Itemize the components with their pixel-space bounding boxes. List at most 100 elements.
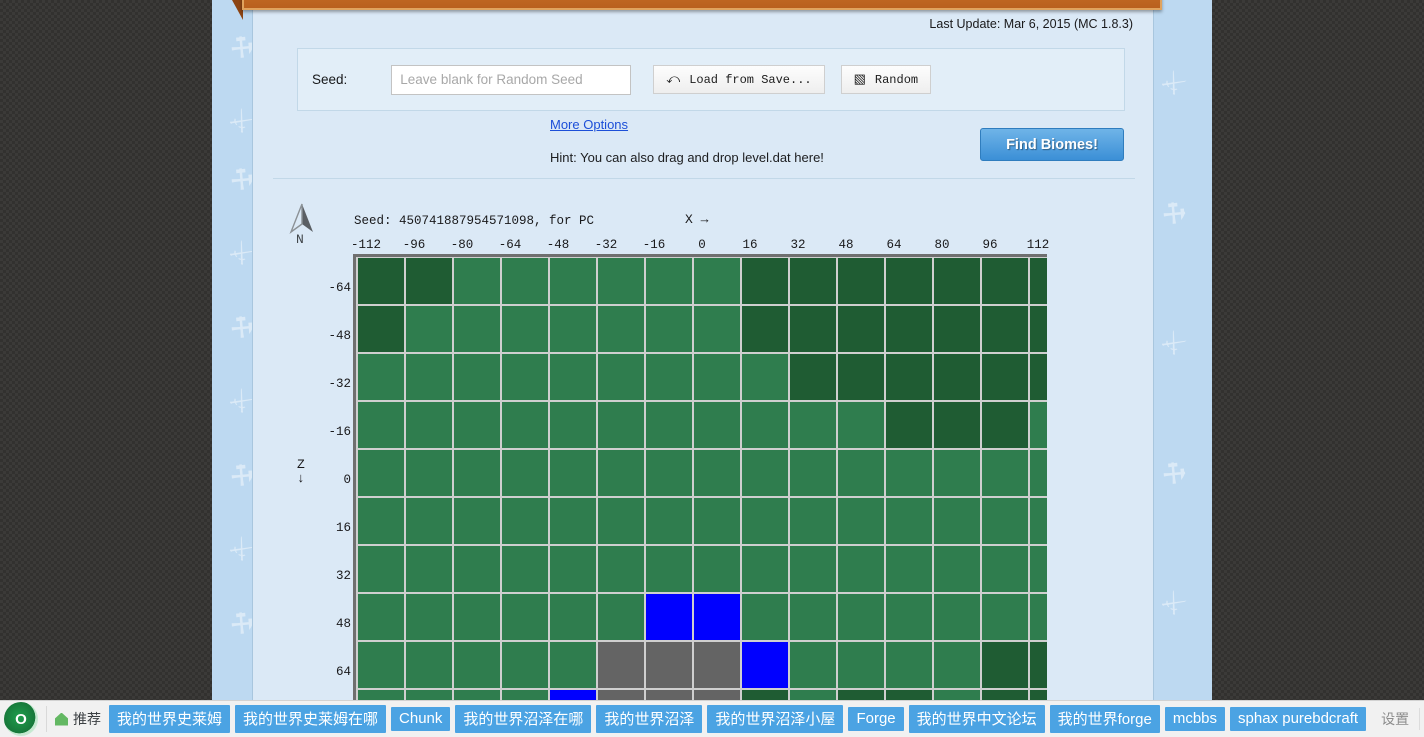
biome-cell[interactable] <box>694 594 740 640</box>
biome-cell[interactable] <box>598 642 644 688</box>
biome-cell[interactable] <box>646 546 692 592</box>
biome-cell[interactable] <box>502 450 548 496</box>
taskbar-chip[interactable]: 我的世界史莱姆在哪 <box>235 705 387 733</box>
biome-cell[interactable] <box>982 354 1028 400</box>
biome-cell[interactable] <box>406 594 452 640</box>
biome-cell[interactable] <box>742 594 788 640</box>
biome-cell[interactable] <box>694 354 740 400</box>
biome-cell[interactable] <box>934 594 980 640</box>
biome-cell[interactable] <box>694 642 740 688</box>
biome-cell[interactable] <box>406 306 452 352</box>
biome-cell[interactable] <box>550 642 596 688</box>
recommend-button[interactable]: 推荐 <box>55 709 101 729</box>
biome-cell[interactable] <box>934 402 980 448</box>
biome-cell[interactable] <box>886 450 932 496</box>
biome-cell[interactable] <box>550 354 596 400</box>
biome-cell[interactable] <box>982 306 1028 352</box>
biome-cell[interactable] <box>502 354 548 400</box>
biome-cell[interactable] <box>598 546 644 592</box>
biome-cell[interactable] <box>886 258 932 304</box>
taskbar-chip[interactable]: 我的世界中文论坛 <box>908 705 1045 733</box>
biome-cell[interactable] <box>982 642 1028 688</box>
biome-cell[interactable] <box>886 594 932 640</box>
biome-cell[interactable] <box>1030 498 1047 544</box>
biome-cell[interactable] <box>790 402 836 448</box>
biome-cell[interactable] <box>838 594 884 640</box>
biome-cell[interactable] <box>406 450 452 496</box>
biome-cell[interactable] <box>550 306 596 352</box>
biome-cell[interactable] <box>358 258 404 304</box>
biome-cell[interactable] <box>406 642 452 688</box>
biome-grid[interactable] <box>356 257 1047 705</box>
taskbar-chip[interactable]: 我的世界沼泽在哪 <box>455 705 592 733</box>
biome-cell[interactable] <box>886 546 932 592</box>
taskbar-chip[interactable]: 我的世界forge <box>1049 705 1160 733</box>
biome-cell[interactable] <box>790 498 836 544</box>
biome-cell[interactable] <box>454 258 500 304</box>
biome-cell[interactable] <box>406 498 452 544</box>
biome-cell[interactable] <box>838 546 884 592</box>
biome-cell[interactable] <box>406 402 452 448</box>
biome-cell[interactable] <box>454 354 500 400</box>
biome-cell[interactable] <box>454 498 500 544</box>
biome-cell[interactable] <box>838 354 884 400</box>
biome-cell[interactable] <box>790 258 836 304</box>
random-button[interactable]: ▧ Random <box>840 65 932 94</box>
biome-cell[interactable] <box>886 402 932 448</box>
biome-cell[interactable] <box>934 306 980 352</box>
biome-cell[interactable] <box>1030 402 1047 448</box>
taskbar-chip[interactable]: mcbbs <box>1164 707 1226 731</box>
biome-cell[interactable] <box>550 450 596 496</box>
more-options-link[interactable]: More Options <box>550 117 628 132</box>
biome-cell[interactable] <box>502 546 548 592</box>
biome-cell[interactable] <box>934 354 980 400</box>
biome-cell[interactable] <box>886 498 932 544</box>
biome-cell[interactable] <box>646 594 692 640</box>
biome-cell[interactable] <box>1030 306 1047 352</box>
biome-cell[interactable] <box>982 450 1028 496</box>
biome-cell[interactable] <box>694 258 740 304</box>
biome-cell[interactable] <box>454 594 500 640</box>
biome-cell[interactable] <box>1030 450 1047 496</box>
taskbar-chip[interactable]: sphax purebdcraft <box>1230 707 1367 731</box>
biome-cell[interactable] <box>982 402 1028 448</box>
biome-cell[interactable] <box>358 450 404 496</box>
biome-cell[interactable] <box>358 594 404 640</box>
taskbar-chip[interactable]: Chunk <box>391 707 451 731</box>
biome-cell[interactable] <box>646 450 692 496</box>
biome-grid-viewport[interactable] <box>353 254 1047 705</box>
biome-cell[interactable] <box>646 642 692 688</box>
biome-cell[interactable] <box>742 498 788 544</box>
biome-cell[interactable] <box>694 450 740 496</box>
find-biomes-button[interactable]: Find Biomes! <box>980 128 1124 161</box>
biome-cell[interactable] <box>358 354 404 400</box>
biome-cell[interactable] <box>406 546 452 592</box>
biome-cell[interactable] <box>982 594 1028 640</box>
biome-cell[interactable] <box>838 642 884 688</box>
biome-cell[interactable] <box>790 354 836 400</box>
biome-cell[interactable] <box>646 306 692 352</box>
biome-cell[interactable] <box>838 498 884 544</box>
biome-cell[interactable] <box>502 642 548 688</box>
biome-cell[interactable] <box>838 306 884 352</box>
biome-cell[interactable] <box>598 306 644 352</box>
taskbar-chip[interactable]: 我的世界沼泽小屋 <box>707 705 844 733</box>
biome-cell[interactable] <box>934 642 980 688</box>
biome-cell[interactable] <box>790 546 836 592</box>
biome-cell[interactable] <box>838 450 884 496</box>
biome-cell[interactable] <box>598 402 644 448</box>
taskbar-chip[interactable]: 我的世界史莱姆 <box>109 705 231 733</box>
biome-cell[interactable] <box>742 354 788 400</box>
biome-cell[interactable] <box>454 546 500 592</box>
biome-cell[interactable] <box>886 354 932 400</box>
biome-cell[interactable] <box>406 258 452 304</box>
biome-cell[interactable] <box>790 594 836 640</box>
biome-cell[interactable] <box>694 306 740 352</box>
biome-cell[interactable] <box>886 642 932 688</box>
biome-cell[interactable] <box>502 258 548 304</box>
biome-cell[interactable] <box>358 306 404 352</box>
settings-button[interactable]: 设置 <box>1381 709 1409 729</box>
biome-cell[interactable] <box>502 306 548 352</box>
load-from-save-button[interactable]: ⤺ Load from Save... <box>653 65 825 94</box>
biome-cell[interactable] <box>1030 258 1047 304</box>
